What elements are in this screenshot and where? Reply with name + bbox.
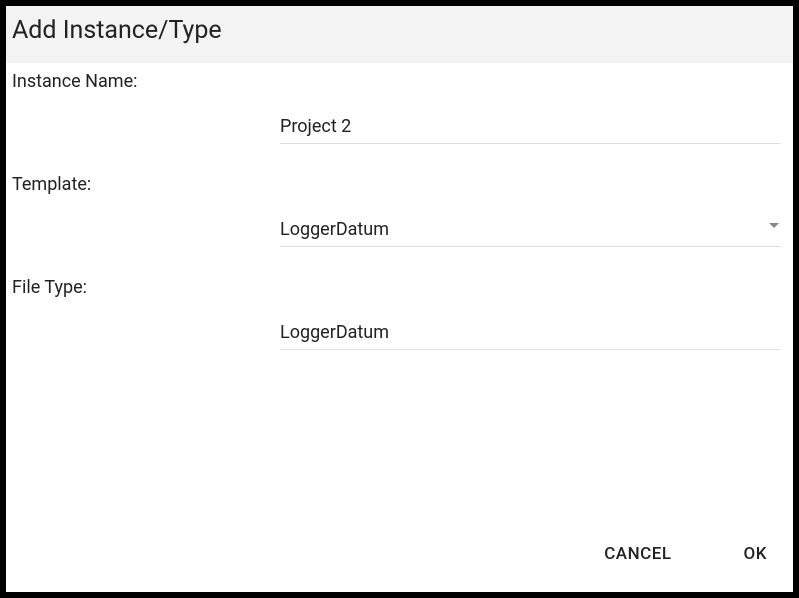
template-label: Template: xyxy=(12,174,787,195)
dialog-actions: CANCEL OK xyxy=(6,538,793,592)
instance-name-field: Instance Name: xyxy=(12,71,787,144)
template-select-wrap: LoggerDatum xyxy=(280,215,781,247)
ok-button[interactable]: OK xyxy=(736,538,775,570)
dialog-header: Add Instance/Type xyxy=(6,6,793,63)
template-select[interactable]: LoggerDatum xyxy=(280,215,781,247)
dialog-content: Instance Name: Template: LoggerDatum Fil… xyxy=(6,63,793,538)
file-type-input-wrap xyxy=(280,318,781,350)
cancel-button[interactable]: CANCEL xyxy=(596,538,679,570)
file-type-field: File Type: xyxy=(12,277,787,350)
dialog-title: Add Instance/Type xyxy=(12,16,787,45)
instance-name-input-wrap xyxy=(280,112,781,144)
template-field: Template: LoggerDatum xyxy=(12,174,787,247)
add-instance-dialog: Add Instance/Type Instance Name: Templat… xyxy=(6,6,793,592)
file-type-input[interactable] xyxy=(280,318,781,350)
file-type-label: File Type: xyxy=(12,277,787,298)
instance-name-input[interactable] xyxy=(280,112,781,144)
instance-name-label: Instance Name: xyxy=(12,71,787,92)
